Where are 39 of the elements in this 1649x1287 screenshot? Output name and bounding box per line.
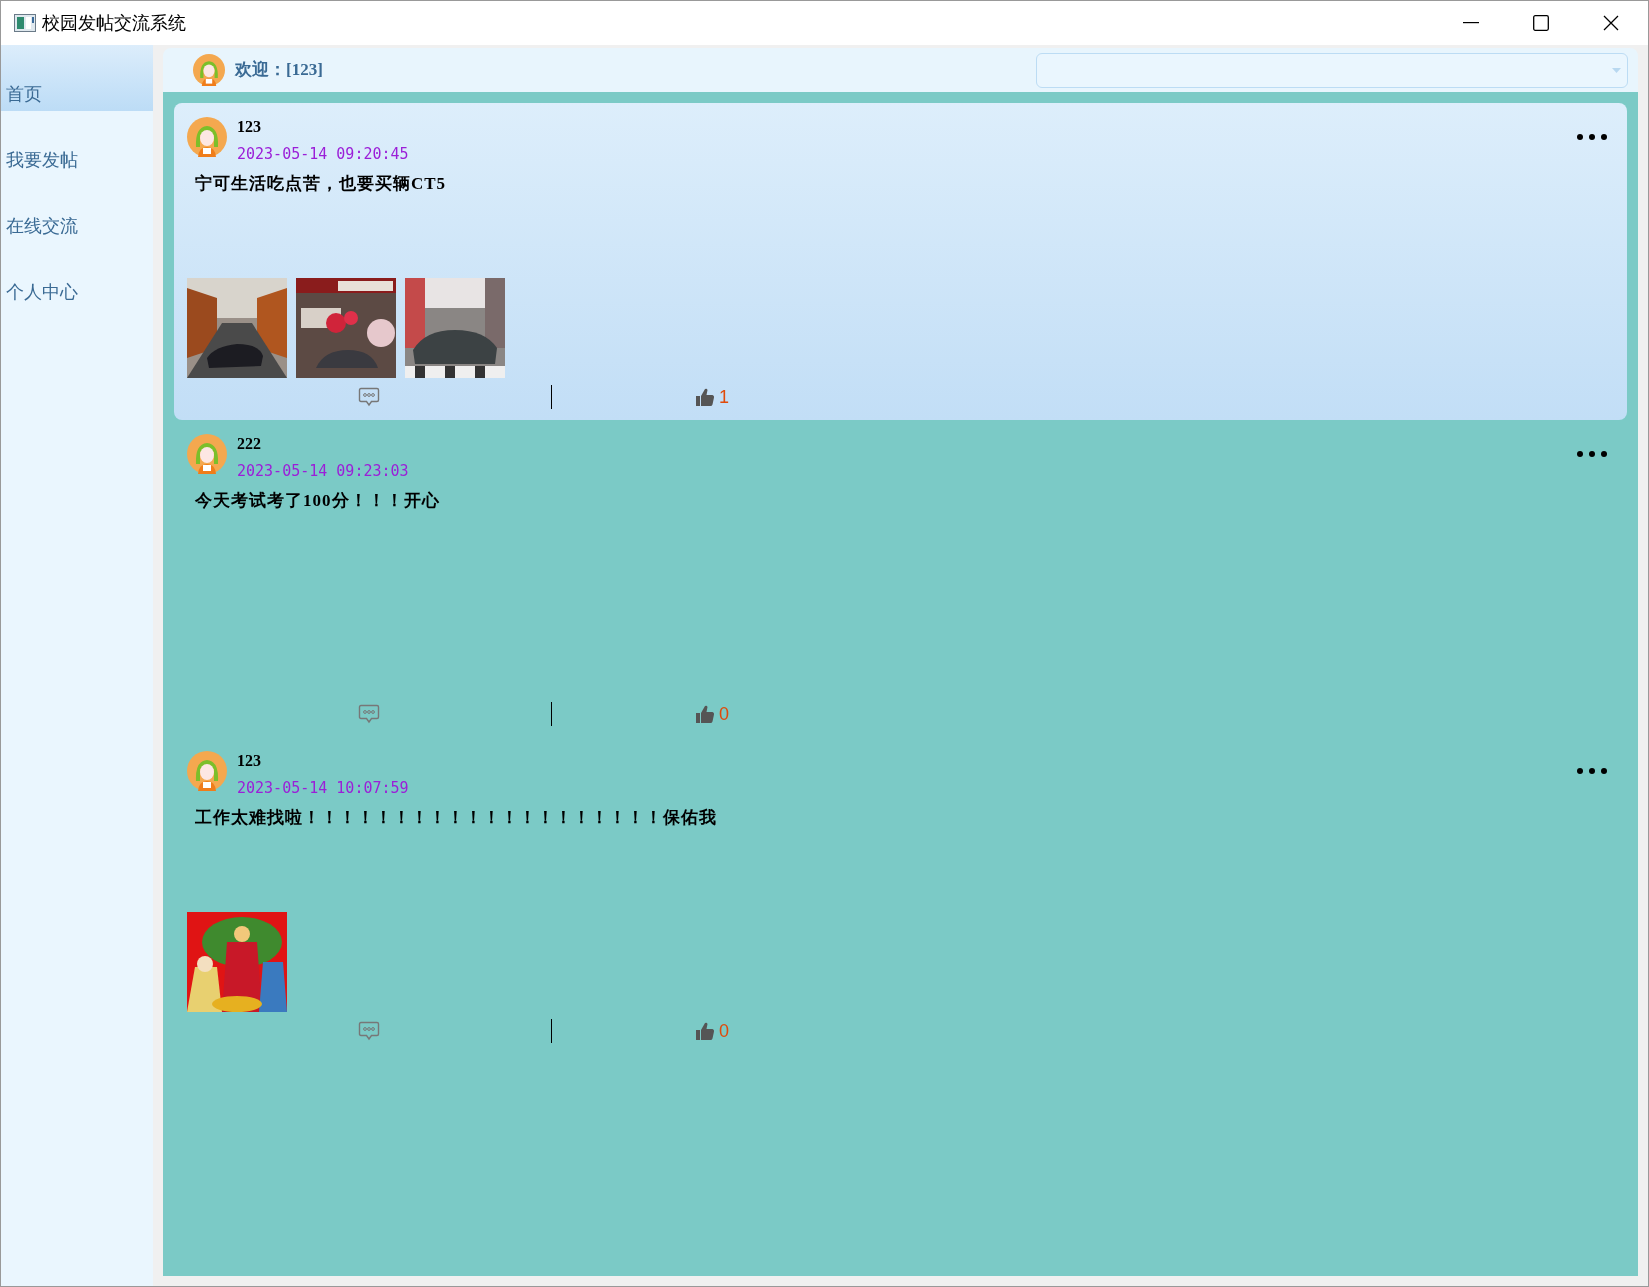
more-icon[interactable]: [1576, 450, 1608, 458]
window-title: 校园发帖交流系统: [42, 11, 186, 35]
post-text: 今天考试考了100分！！！开心: [195, 490, 440, 512]
caret-icon: [1612, 67, 1621, 73]
comment-icon[interactable]: [358, 387, 380, 407]
author-name: 123: [237, 751, 262, 771]
avatar-icon: [187, 117, 227, 157]
thumbs-up-icon[interactable]: [695, 704, 715, 724]
more-icon[interactable]: [1576, 767, 1608, 775]
app-icon: [14, 14, 36, 32]
post-text: 宁可生活吃点苦，也要买辆CT5: [195, 173, 447, 195]
like-count: 0: [719, 1022, 729, 1040]
like-count: 0: [719, 705, 729, 723]
avatar-icon: [187, 434, 227, 474]
post-card[interactable]: 222 2023-05-14 09:23:03 今天考试考了100分！！！开心 0: [174, 420, 1627, 737]
post-card[interactable]: 123 2023-05-14 10:07:59 工作太难找啦！！！！！！！！！！！！！！！！！！！！保佑我 0: [174, 737, 1627, 1054]
comment-icon[interactable]: [358, 1021, 380, 1041]
avatar-icon: [193, 54, 225, 86]
comment-icon[interactable]: [358, 704, 380, 724]
post-time: 2023-05-14 09:20:45: [237, 144, 410, 164]
thumbs-up-icon[interactable]: [695, 1021, 715, 1041]
welcome-text: 欢迎：[123]: [235, 59, 323, 82]
avatar-icon: [187, 751, 227, 791]
author-name: 123: [237, 117, 262, 137]
sidebar-item[interactable]: 在线交流: [1, 177, 153, 243]
minimize-icon: [1463, 22, 1479, 24]
sidebar-item[interactable]: 我要发帖: [1, 111, 153, 177]
sidebar-item[interactable]: 个人中心: [1, 243, 153, 309]
like-count: 1: [719, 388, 729, 406]
maximize-icon: [1533, 15, 1549, 31]
close-icon: [1603, 15, 1619, 31]
post-time: 2023-05-14 10:07:59: [237, 778, 410, 798]
post-text: 工作太难找啦！！！！！！！！！！！！！！！！！！！！保佑我: [195, 807, 717, 829]
sidebar-item[interactable]: 首页: [1, 45, 153, 111]
thumbs-up-icon[interactable]: [695, 387, 715, 407]
post-time: 2023-05-14 09:23:03: [237, 461, 410, 481]
more-icon[interactable]: [1576, 133, 1608, 141]
author-name: 222: [237, 434, 262, 454]
post-card[interactable]: 123 2023-05-14 09:20:45 宁可生活吃点苦，也要买辆CT5 1: [174, 103, 1627, 420]
